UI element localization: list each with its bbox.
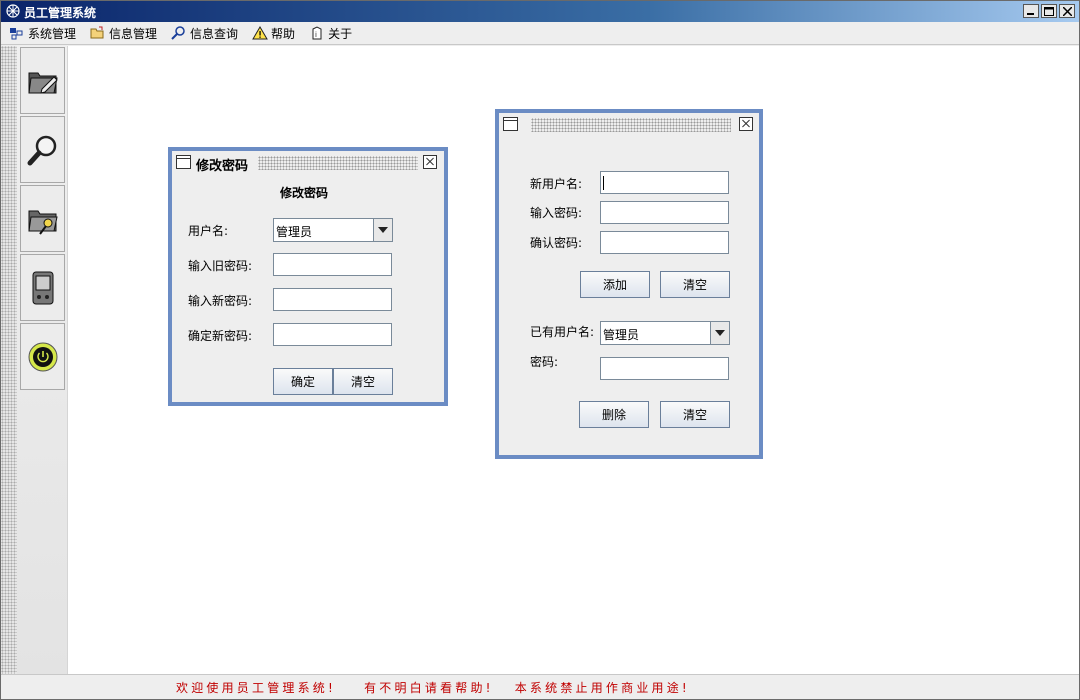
change-password-titlebar[interactable]: 修改密码 — [172, 151, 444, 175]
close-button[interactable] — [1059, 4, 1075, 18]
toolbar-button-folder[interactable] — [20, 185, 65, 252]
username-label: 用户名: — [188, 224, 229, 238]
magnifier-icon — [171, 26, 185, 40]
existing-password-field[interactable] — [600, 357, 729, 380]
close-icon[interactable] — [423, 155, 437, 169]
confirm-new-password-label: 确定新密码: — [188, 329, 253, 343]
about-icon: i — [312, 26, 322, 40]
existing-password-label: 密码: — [530, 355, 559, 369]
password-field[interactable] — [600, 201, 729, 224]
chevron-down-icon[interactable] — [710, 322, 729, 344]
username-combo-value: 管理员 — [276, 225, 313, 239]
change-password-window[interactable]: 修改密码 修改密码 用户名: 管理员 输入旧密码: 输入新密码: 确定新密码: … — [168, 147, 448, 406]
toolbar-button-edit[interactable] — [20, 47, 65, 114]
confirm-new-password-field[interactable] — [273, 323, 392, 346]
frame-icon — [176, 155, 191, 169]
titlebar-grip — [531, 118, 731, 132]
new-username-label: 新用户名: — [530, 177, 583, 191]
minimize-button[interactable] — [1023, 4, 1039, 18]
warning-icon — [252, 26, 268, 40]
menu-about[interactable]: i 关于 — [309, 25, 352, 42]
old-password-field[interactable] — [273, 253, 392, 276]
menu-system-label: 系统管理 — [28, 26, 77, 41]
menu-about-label: 关于 — [328, 26, 353, 41]
magnifier-icon — [27, 135, 56, 165]
delete-button[interactable]: 删除 — [579, 401, 649, 428]
status-bar: 欢迎使用员工管理系统! 有不明白请看帮助! 本系统禁止用作商业用途! — [1, 674, 1079, 699]
pda-icon — [32, 271, 53, 304]
window-controls — [1023, 4, 1075, 18]
title-bar[interactable]: 员工管理系统 — [1, 1, 1079, 22]
new-password-field[interactable] — [273, 288, 392, 311]
new-password-label: 输入新密码: — [188, 294, 253, 308]
username-combo[interactable]: 管理员 — [273, 218, 393, 242]
toolbar-button-exit[interactable] — [20, 323, 65, 390]
menu-system[interactable]: 系统管理 — [9, 25, 76, 42]
info-manage-icon — [90, 26, 104, 39]
change-password-heading: 修改密码 — [280, 186, 329, 200]
menu-bar: 系统管理 信息管理 信息查询 帮助 i 关于 — [1, 22, 1079, 45]
existing-user-combo-value: 管理员 — [603, 328, 640, 342]
frame-icon — [503, 117, 518, 131]
toolbar-grip[interactable] — [1, 46, 17, 674]
new-username-field[interactable] — [600, 171, 729, 194]
toolbar-button-search[interactable] — [20, 116, 65, 183]
user-manage-titlebar[interactable] — [499, 113, 759, 137]
menu-info-manage[interactable]: 信息管理 — [90, 25, 157, 42]
side-toolbar — [17, 46, 68, 674]
power-icon — [28, 342, 57, 371]
menu-info-query-label: 信息查询 — [190, 26, 239, 41]
system-icon — [10, 28, 23, 40]
maximize-button[interactable] — [1041, 4, 1057, 18]
old-password-label: 输入旧密码: — [188, 259, 253, 273]
clear-button-bottom[interactable]: 清空 — [660, 401, 730, 428]
clear-button[interactable]: 清空 — [333, 368, 393, 395]
confirm-password-field[interactable] — [600, 231, 729, 254]
titlebar-grip — [258, 156, 418, 170]
menu-help-label: 帮助 — [271, 26, 296, 41]
add-button[interactable]: 添加 — [580, 271, 650, 298]
user-manage-window[interactable]: 新用户名: 输入密码: 确认密码: 添加 清空 已有用户名: 管理员 密码: 删… — [495, 109, 763, 459]
svg-text:i: i — [315, 31, 317, 39]
window-title: 员工管理系统 — [24, 6, 97, 20]
menu-info-query[interactable]: 信息查询 — [171, 25, 238, 42]
toolbar-button-device[interactable] — [20, 254, 65, 321]
folder-edit-icon — [27, 72, 58, 94]
change-password-title: 修改密码 — [196, 155, 253, 174]
app-icon — [5, 3, 21, 19]
confirm-button[interactable]: 确定 — [273, 368, 333, 395]
folder-key-icon — [27, 210, 58, 235]
close-icon[interactable] — [739, 117, 753, 131]
clear-button-top[interactable]: 清空 — [660, 271, 730, 298]
menu-help[interactable]: 帮助 — [252, 25, 295, 42]
existing-user-combo[interactable]: 管理员 — [600, 321, 730, 345]
password-label: 输入密码: — [530, 206, 583, 220]
status-message: 欢迎使用员工管理系统! 有不明白请看帮助! 本系统禁止用作商业用途! — [176, 681, 690, 695]
menu-info-manage-label: 信息管理 — [109, 26, 158, 41]
existing-user-label: 已有用户名: — [530, 325, 595, 339]
confirm-password-label: 确认密码: — [530, 236, 583, 250]
main-window: 员工管理系统 系统管理 信息管理 信息查询 帮助 i 关于 修改密码 修改密码 … — [0, 0, 1080, 700]
chevron-down-icon[interactable] — [373, 219, 392, 241]
text-caret — [603, 176, 604, 190]
